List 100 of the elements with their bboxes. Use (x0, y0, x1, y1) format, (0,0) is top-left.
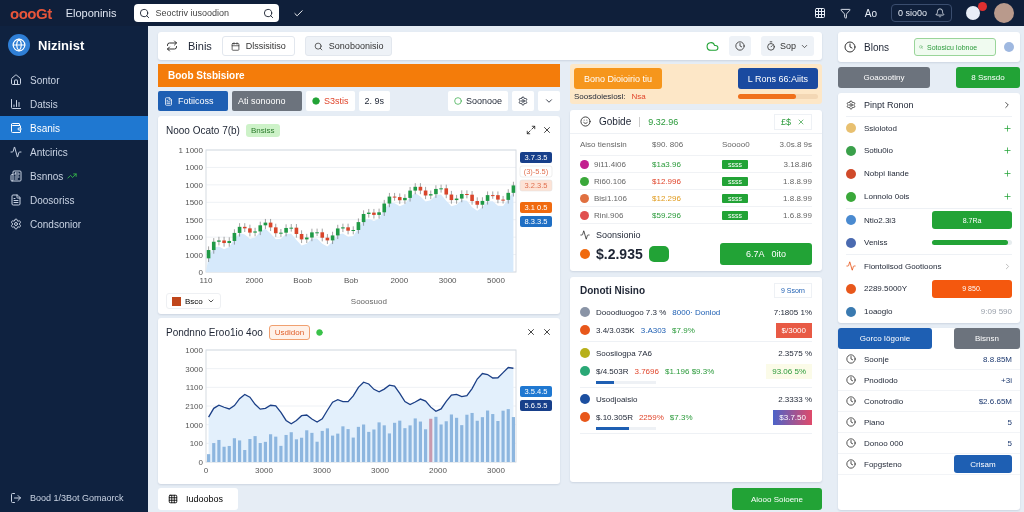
axis-tick-label: 1000 (185, 346, 203, 356)
exit-icon (10, 492, 22, 504)
plus-icon[interactable] (1003, 123, 1012, 133)
value-tag: 93.06 5% (766, 363, 812, 379)
ring-icon (453, 97, 462, 106)
search-field[interactable]: Seoctriv iusoodion (134, 4, 280, 22)
chevron-icon[interactable] (1002, 99, 1012, 110)
user-avatar[interactable] (994, 3, 1014, 23)
asset-name: 1oaoglo (864, 307, 893, 316)
close-icon[interactable] (542, 125, 552, 136)
price-cell: S3stis (306, 91, 355, 112)
card-title: Gobide (599, 116, 632, 127)
home-icon (10, 74, 22, 86)
asset-change: 2.3333 % (778, 394, 812, 404)
column-header: Soooo0 (722, 140, 751, 149)
sidebar-item[interactable]: Doosoriss (0, 188, 148, 212)
action-button[interactable]: Soonooe (447, 91, 508, 112)
status-label: Soosdoiesiosl: (574, 92, 626, 101)
sidebar-item[interactable]: Datsis (0, 92, 148, 116)
document-icon (164, 97, 173, 106)
header-button[interactable]: Dlssisitiso (221, 36, 295, 56)
column-header: Aiso tiensisin (580, 140, 628, 149)
orders-tab[interactable]: Gorco Iögonie (838, 328, 932, 349)
header-button[interactable]: Sonoboonisio (304, 36, 393, 56)
clock-icon (846, 396, 856, 406)
wallet-icon (10, 122, 22, 134)
page-title: Binis (188, 40, 212, 52)
axis-tick-label: 2000 (390, 276, 409, 286)
watchlist-row[interactable]: Fiontoiisod Gootioons (846, 254, 1012, 277)
grid-icon[interactable] (813, 7, 826, 19)
axis-tick-label: 1500 (185, 198, 203, 208)
clock-icon (846, 459, 856, 469)
expand-icon[interactable] (526, 125, 536, 136)
watchlist-row[interactable]: 1oaoglo 9:09 590 (846, 300, 1012, 323)
chart-icon (846, 261, 856, 271)
profile-icon[interactable] (1004, 42, 1014, 52)
account-field[interactable]: 0 sio0o (890, 4, 952, 22)
clock-button[interactable] (729, 36, 751, 56)
check-icon[interactable] (293, 7, 305, 19)
axis-tick-label: 5000 (487, 276, 505, 286)
asset-name: Ssiolotod (864, 123, 897, 133)
asset-detail: 8000· Donlod (672, 307, 721, 317)
plus-icon[interactable] (1003, 146, 1012, 155)
order-value: $2.6.65M (978, 396, 1012, 406)
asset-name: Veniss (864, 238, 888, 247)
watchlist-row[interactable]: Lonnolo 0ois (846, 185, 1012, 208)
position-value: 3.4/3.035K (596, 325, 635, 335)
search-input[interactable]: Seoctriv iusoodion (155, 8, 259, 18)
table-cell: Rini.906 (594, 210, 624, 220)
plus-icon[interactable] (1003, 192, 1012, 201)
currency-button[interactable]: £$ (774, 113, 812, 130)
notification-avatar[interactable] (966, 6, 980, 20)
orders-tab[interactable]: Bisnsn (954, 328, 1020, 349)
calendar-icon (230, 41, 240, 51)
watchlist-row[interactable]: Sotiu0io (846, 139, 1012, 162)
timer-icon (766, 41, 776, 51)
menu-item[interactable]: Ao (864, 7, 877, 19)
close-icon[interactable] (526, 327, 536, 338)
asset-icon (846, 191, 856, 202)
sidebar-footer-link[interactable]: Bood 1/3Bot Gomaorck (0, 492, 148, 504)
axis-tick-label: 0 (203, 466, 209, 476)
close-icon[interactable] (542, 327, 552, 338)
axis-tick-label: 0 (198, 458, 203, 468)
tile-button[interactable]: Goaoootiny (838, 67, 930, 88)
clock-icon (735, 41, 745, 51)
muted-value: 9:09 590 (980, 307, 1012, 316)
asset-name: Ntio2.3i3 (864, 215, 896, 225)
grid-icon (168, 494, 178, 505)
card-value: 9.32.96 (639, 116, 679, 127)
axis-tick-label: 3000 (185, 365, 203, 374)
watchlist-row[interactable]: Ssiolotod (846, 116, 1012, 139)
sidebar-item[interactable]: Condsonior (0, 212, 148, 236)
toolbar-tab[interactable]: Ati sonoono (232, 91, 302, 112)
sidebar-item[interactable]: Sontor (0, 68, 148, 92)
chart-icon (10, 98, 22, 110)
table-cell: Bisi1.106 (594, 193, 627, 203)
position-change: $7.3% (669, 412, 693, 422)
asset-name: Usodjoaisio (596, 394, 638, 404)
notification-dot (978, 2, 987, 11)
interval-dropdown[interactable]: Bsco (166, 293, 221, 310)
sidebar-item[interactable]: Bsnnos (0, 164, 148, 188)
bottom-button[interactable]: Iudoobos (158, 488, 238, 510)
plus-icon[interactable] (1003, 169, 1012, 178)
watchlist-row[interactable]: Nobpi Iiande (846, 162, 1012, 185)
filter-icon[interactable] (839, 7, 851, 19)
clock-icon (846, 438, 856, 448)
asset-icon (846, 215, 856, 225)
watchlist-row[interactable]: Veniss (846, 231, 1012, 254)
settings-button[interactable] (512, 91, 534, 112)
axis-tick-label: 2000 (245, 276, 264, 286)
summary-action-button[interactable]: L Rons 66:Aiits (737, 68, 818, 89)
asset-icon (846, 283, 856, 294)
dropdown-button[interactable]: Sop (761, 36, 814, 56)
settings-icon (518, 96, 528, 107)
confirm-button[interactable]: Crisam (954, 455, 1012, 473)
sidebar-item[interactable]: Bsanis (0, 116, 148, 140)
toolbar-tab[interactable]: Fotiicoss (158, 91, 228, 112)
sidebar-item[interactable]: Antcirics (0, 140, 148, 164)
column-header: $90. 806 (652, 140, 685, 149)
search-icon (919, 43, 923, 51)
